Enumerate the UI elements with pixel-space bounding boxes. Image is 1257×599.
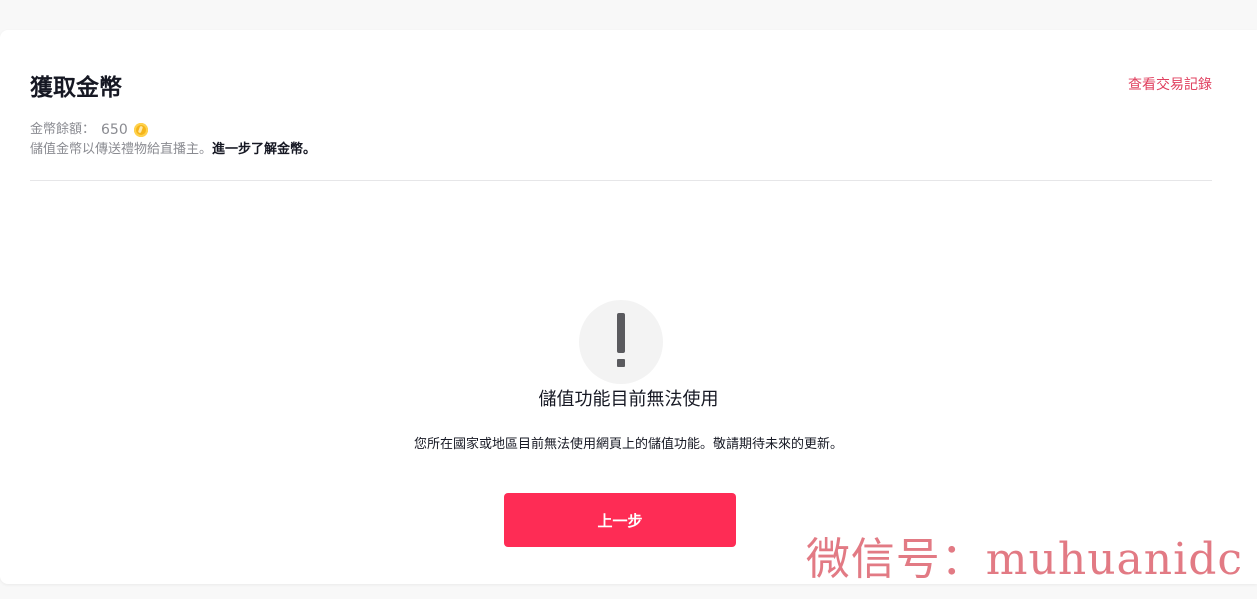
coin-icon [133, 123, 148, 137]
page-title: 獲取金幣 [30, 75, 122, 101]
exclamation-bar [617, 313, 625, 353]
coins-description: 儲值金幣以傳送禮物給直播主。進一步了解金幣。 [30, 141, 316, 159]
balance-label: 金幣餘額： [30, 122, 96, 137]
balance-value: 650 [101, 122, 128, 138]
exclamation-icon [579, 300, 663, 384]
unavailable-title: 儲值功能目前無法使用 [538, 389, 719, 410]
exclamation-dot [617, 359, 625, 367]
learn-more-link[interactable]: 進一步了解金幣。 [212, 142, 316, 157]
unavailable-description: 您所在國家或地區目前無法使用網頁上的儲值功能。敬請期待未來的更新。 [413, 437, 843, 452]
watermark-text: 微信号：muhuanidc [805, 534, 1243, 585]
coins-card: 獲取金幣 查看交易記錄 金幣餘額： 650 儲值金幣以傳送禮物給直播主。進一步了… [0, 30, 1257, 584]
divider [30, 180, 1212, 181]
transaction-history-link[interactable]: 查看交易記錄 [1128, 76, 1212, 94]
description-text: 儲值金幣以傳送禮物給直播主。 [30, 142, 213, 157]
back-button[interactable]: 上一步 [504, 493, 736, 547]
coin-balance: 金幣餘額： 650 [30, 121, 148, 139]
